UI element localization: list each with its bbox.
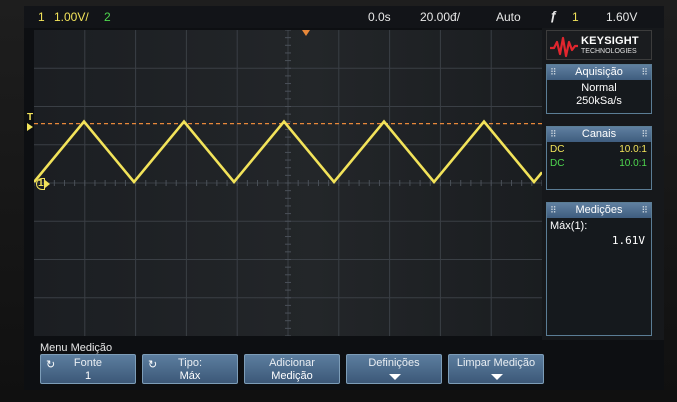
trigger-mode[interactable]: Auto (496, 10, 521, 24)
status-bar: 1 1.00V/ 2 0.0s 20.00đ/ Auto ƒ 1 1.60V (24, 6, 664, 28)
grip-icon: ⠿ (550, 67, 557, 77)
measurement-value: 1.61V (611, 234, 645, 247)
ch1-number[interactable]: 1 (38, 10, 45, 24)
softkey-type[interactable]: ↻ Tipo: Máx (142, 354, 238, 384)
acquisition-mode: Normal (581, 82, 617, 94)
channel-row-1[interactable]: DC 10.0:1 (547, 144, 651, 158)
grip-icon: ⠿ (641, 205, 648, 215)
softkey-settings[interactable]: Definições (346, 354, 442, 384)
grip-icon: ⠿ (550, 129, 557, 139)
measurement-label: Máx(1): (550, 220, 588, 232)
trigger-level[interactable]: 1.60V (606, 10, 637, 24)
brand-subtitle: TECHNOLOGIES (581, 48, 637, 55)
measurements-title: Medições (575, 204, 623, 216)
trigger-position-marker (302, 30, 310, 36)
measurements-box[interactable]: ⠿ Medições ⠿ Máx(1): 1.61V (546, 202, 652, 336)
channel-row-2[interactable]: DC 10.0:1 (547, 158, 651, 172)
channels-title-bar: ⠿ Canais ⠿ (547, 127, 651, 142)
measurements-title-bar: ⠿ Medições ⠿ (547, 203, 651, 218)
softkey-clear-label: Limpar Medição (456, 357, 536, 369)
acquisition-title: Aquisição (575, 66, 623, 78)
ch1-probe-ratio: 10.0:1 (619, 144, 647, 155)
keysight-wave-icon (550, 36, 578, 58)
softkey-settings-label: Definições (368, 357, 420, 369)
rising-edge-icon: ƒ (550, 8, 558, 23)
trigger-level-marker[interactable]: T (27, 113, 33, 131)
softkey-menu: Menu Medição ↻ Fonte 1 ↻ Tipo: Máx Adici… (34, 340, 544, 390)
acquisition-rate: 250kSa/s (576, 95, 622, 107)
ch1-scale[interactable]: 1.00V/ (54, 10, 89, 24)
trigger-marker-label: T (27, 112, 34, 123)
info-panel: KEYSIGHT TECHNOLOGIES ⠿ Aquisição ⠿ Norm… (542, 28, 664, 340)
softkey-add-measurement[interactable]: Adicionar Medição (244, 354, 340, 384)
oscilloscope-screen: 1 1.00V/ 2 0.0s 20.00đ/ Auto ƒ 1 1.60V T… (24, 6, 664, 390)
submenu-arrow-icon (491, 374, 503, 380)
time-offset[interactable]: 0.0s (368, 10, 391, 24)
softkey-source[interactable]: ↻ Fonte 1 (40, 354, 136, 384)
submenu-arrow-icon (389, 374, 401, 380)
ch2-coupling: DC (550, 158, 565, 169)
softkey-clear-measurement[interactable]: Limpar Medição (448, 354, 544, 384)
ch1-coupling: DC (550, 144, 565, 155)
softkey-type-value: Máx (179, 370, 201, 382)
acquisition-box[interactable]: ⠿ Aquisição ⠿ Normal 250kSa/s (546, 64, 652, 114)
channels-box[interactable]: ⠿ Canais ⠿ DC 10.0:1 DC 10.0:1 (546, 126, 652, 190)
ch2-number[interactable]: 2 (104, 10, 111, 24)
acquisition-title-bar: ⠿ Aquisição ⠿ (547, 65, 651, 80)
brand-name: KEYSIGHT (581, 35, 639, 47)
waveform-display[interactable] (32, 29, 544, 337)
channels-title: Canais (581, 128, 617, 140)
time-scale[interactable]: 20.00đ/ (420, 10, 460, 24)
brand-logo: KEYSIGHT TECHNOLOGIES (546, 30, 652, 60)
softkey-add-line1: Adicionar (269, 357, 315, 369)
grip-icon: ⠿ (641, 67, 648, 77)
trigger-source[interactable]: 1 (572, 10, 579, 24)
grip-icon: ⠿ (550, 205, 557, 215)
ch2-probe-ratio: 10.0:1 (619, 158, 647, 169)
menu-title: Menu Medição (40, 342, 113, 354)
graticule (32, 29, 544, 337)
softkey-source-value: 1 (84, 370, 92, 382)
grip-icon: ⠿ (641, 129, 648, 139)
softkey-add-line2: Medição (271, 370, 313, 382)
softkey-source-label: Fonte (73, 357, 103, 369)
softkey-type-label: Tipo: (177, 357, 203, 369)
ch1-ground-label: 1 (38, 178, 44, 189)
ch1-ground-marker[interactable]: 1 (36, 178, 50, 192)
